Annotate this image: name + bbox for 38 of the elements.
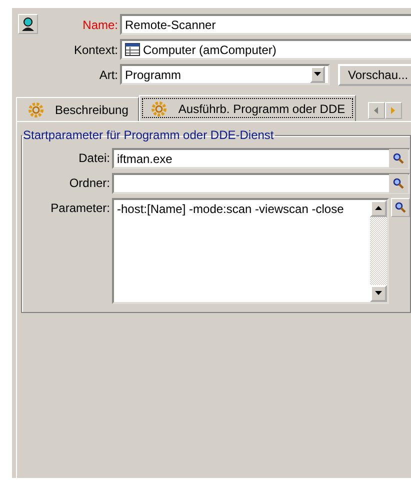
parameter-field[interactable]: -host:[Name] -mode:scan -viewscan -close (112, 198, 389, 304)
group-title: Startparameter für Programm oder DDE-Dienst (22, 128, 275, 142)
input-field[interactable] (112, 173, 410, 194)
browse-button[interactable] (389, 174, 408, 193)
search-icon[interactable] (395, 202, 406, 213)
browse-button[interactable] (391, 198, 410, 217)
field-label: Datei: (78, 151, 110, 165)
field-label: Name: (82, 18, 118, 32)
scroll-up-button[interactable] (370, 200, 387, 217)
browse-button[interactable] (389, 149, 408, 168)
down-arrow-icon (375, 291, 382, 296)
search-icon[interactable] (393, 153, 404, 164)
type-dropdown[interactable]: Programm (120, 64, 330, 85)
field-value: -host:[Name] -mode:scan -viewscan -close (116, 201, 345, 218)
scroll-left-button[interactable] (368, 102, 386, 119)
gear-icon (150, 100, 168, 118)
dropdown-button[interactable] (310, 66, 325, 83)
name-field[interactable]: Remote-Scanner (120, 14, 411, 35)
field-label: Ordner: (69, 176, 110, 190)
input-field[interactable]: iftman.exe (112, 148, 410, 169)
preview-button[interactable]: Vorschau... (338, 64, 411, 86)
field-label: Art: (99, 68, 118, 82)
right-arrow-icon (391, 107, 396, 114)
person-icon (20, 16, 36, 32)
context-field[interactable]: Computer (amComputer) (120, 39, 411, 60)
field-label: Parameter: (50, 201, 110, 215)
scroll-down-button[interactable] (370, 285, 387, 302)
avatar-button[interactable] (18, 14, 38, 34)
table-icon (125, 43, 140, 56)
gear-icon (27, 100, 45, 118)
search-icon[interactable] (393, 178, 404, 189)
left-arrow-icon (374, 107, 380, 114)
scrollbar[interactable] (370, 200, 387, 302)
tab[interactable]: Beschreibung (16, 97, 140, 121)
field-label: Kontext: (74, 42, 118, 56)
caret-icon (314, 72, 321, 77)
tab[interactable]: Ausführb. Programm oder DDE (139, 95, 356, 121)
up-arrow-icon (375, 206, 382, 211)
